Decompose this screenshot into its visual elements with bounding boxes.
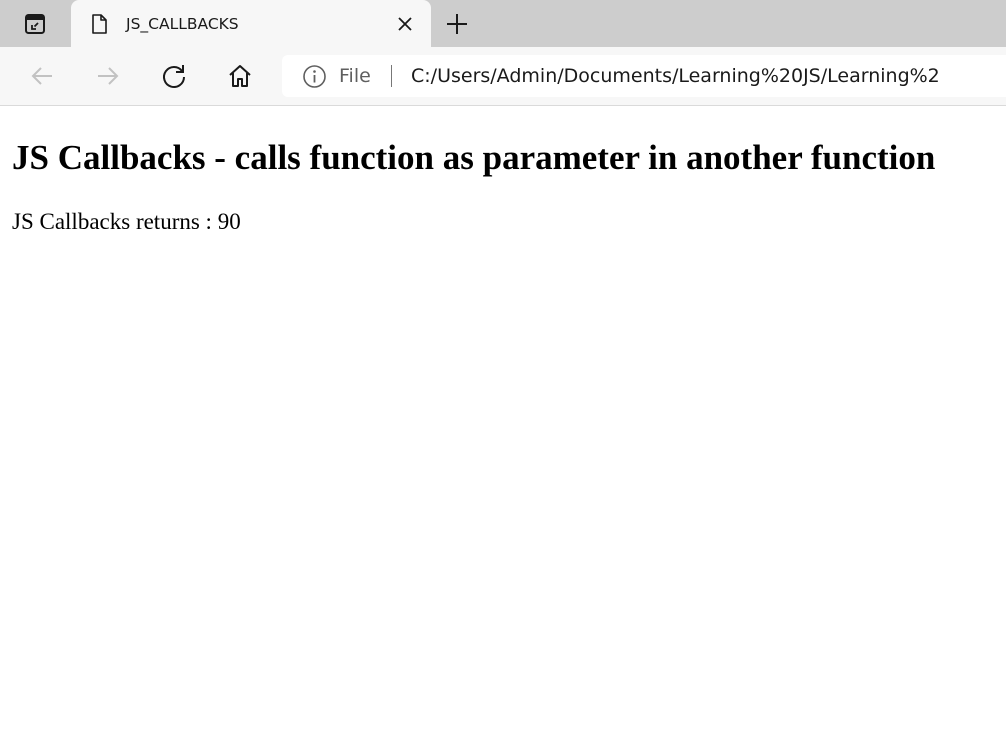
forward-icon[interactable] — [93, 61, 123, 91]
address-separator — [391, 65, 392, 87]
tab-strip: JS_CALLBACKS — [0, 0, 1006, 47]
tab-title: JS_CALLBACKS — [126, 15, 239, 33]
navigation-toolbar: File C:/Users/Admin/Documents/Learning%2… — [0, 47, 1006, 106]
tab-actions-icon — [25, 13, 45, 34]
callback-result-text: JS Callbacks returns : 90 — [12, 209, 241, 234]
close-tab-icon[interactable] — [393, 12, 417, 36]
home-icon[interactable] — [225, 61, 255, 91]
new-tab-icon[interactable] — [442, 9, 472, 39]
address-bar[interactable]: File C:/Users/Admin/Documents/Learning%2… — [282, 55, 1006, 97]
refresh-icon[interactable] — [159, 61, 189, 91]
tab-actions-button[interactable] — [0, 0, 70, 47]
page-document-icon — [92, 14, 107, 34]
browser-window: JS_CALLBACKS File C:/Users/Admin/Documen… — [0, 0, 1006, 739]
url-text[interactable]: C:/Users/Admin/Documents/Learning%20JS/L… — [411, 63, 940, 90]
page-heading: JS Callbacks - calls function as paramet… — [12, 138, 936, 177]
tab-active[interactable]: JS_CALLBACKS — [71, 0, 431, 47]
page-content: JS Callbacks - calls function as paramet… — [0, 106, 1006, 739]
back-icon[interactable] — [27, 61, 57, 91]
site-security-label[interactable]: File — [339, 63, 371, 90]
info-icon[interactable] — [302, 64, 327, 89]
